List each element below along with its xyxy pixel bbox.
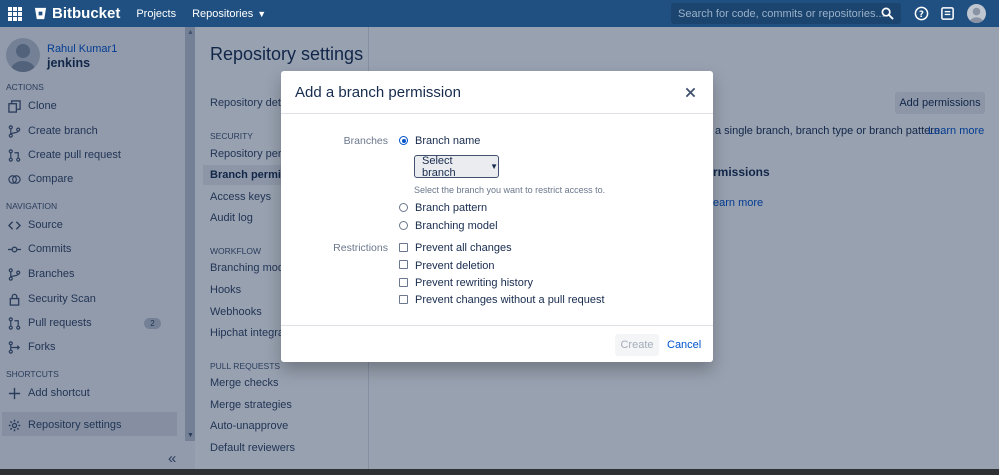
app-switcher-icon[interactable] [8,6,22,21]
dialog-title: Add a branch permission [295,84,461,101]
prevent-all-changes-label[interactable]: Prevent all changes [415,242,512,254]
add-branch-permission-dialog: Add a branch permission Branches Branch … [281,71,713,362]
branching-model-radio[interactable] [399,221,408,230]
dialog-footer-divider [281,325,713,326]
bitbucket-icon [34,7,47,20]
chevron-down-icon: ▼ [257,8,267,19]
prevent-deletion-checkbox[interactable] [399,260,408,269]
prevent-changes-without-pr-label[interactable]: Prevent changes without a pull request [415,294,605,306]
prevent-rewriting-history-checkbox[interactable] [399,278,408,287]
prevent-changes-without-pr-checkbox[interactable] [399,295,408,304]
cancel-button[interactable]: Cancel [667,339,701,351]
brand-name: Bitbucket [52,5,121,22]
dialog-header-divider [281,113,713,114]
select-branch-dropdown[interactable]: Select branch ▼ [414,154,499,179]
prevent-deletion-label[interactable]: Prevent deletion [415,260,495,272]
create-button[interactable]: Create [615,334,659,356]
nav-repositories[interactable]: Repositories ▼ [192,8,266,20]
prevent-rewriting-history-label[interactable]: Prevent rewriting history [415,277,533,289]
taskbar-strip [0,469,999,475]
branch-name-radio[interactable] [399,136,408,145]
branches-label: Branches [343,135,388,147]
chevron-down-icon: ▼ [490,162,498,171]
close-icon[interactable] [685,87,696,98]
branch-name-option-label[interactable]: Branch name [415,135,480,147]
branching-model-option-label[interactable]: Branching model [415,220,498,232]
notes-icon[interactable] [940,6,955,21]
select-branch-label: Select branch [422,154,456,179]
nav-projects[interactable]: Projects [136,8,176,20]
person-icon [969,7,984,23]
help-icon[interactable]: ? [914,6,929,21]
restrictions-label: Restrictions [333,242,388,254]
search-input[interactable]: Search for code, commits or repositories… [671,3,901,24]
nav-repositories-label: Repositories [192,7,254,20]
user-avatar[interactable] [967,4,986,23]
branch-pattern-option-label[interactable]: Branch pattern [415,202,487,214]
bitbucket-logo[interactable]: Bitbucket [34,5,120,22]
nav-projects-label: Projects [136,7,177,20]
branch-pattern-radio[interactable] [399,203,408,212]
branch-select-hint: Select the branch you want to restrict a… [414,185,606,195]
search-placeholder: Search for code, commits or repositories… [678,7,885,20]
search-icon[interactable] [881,7,894,20]
svg-text:?: ? [919,9,924,19]
prevent-all-changes-checkbox[interactable] [399,243,408,252]
